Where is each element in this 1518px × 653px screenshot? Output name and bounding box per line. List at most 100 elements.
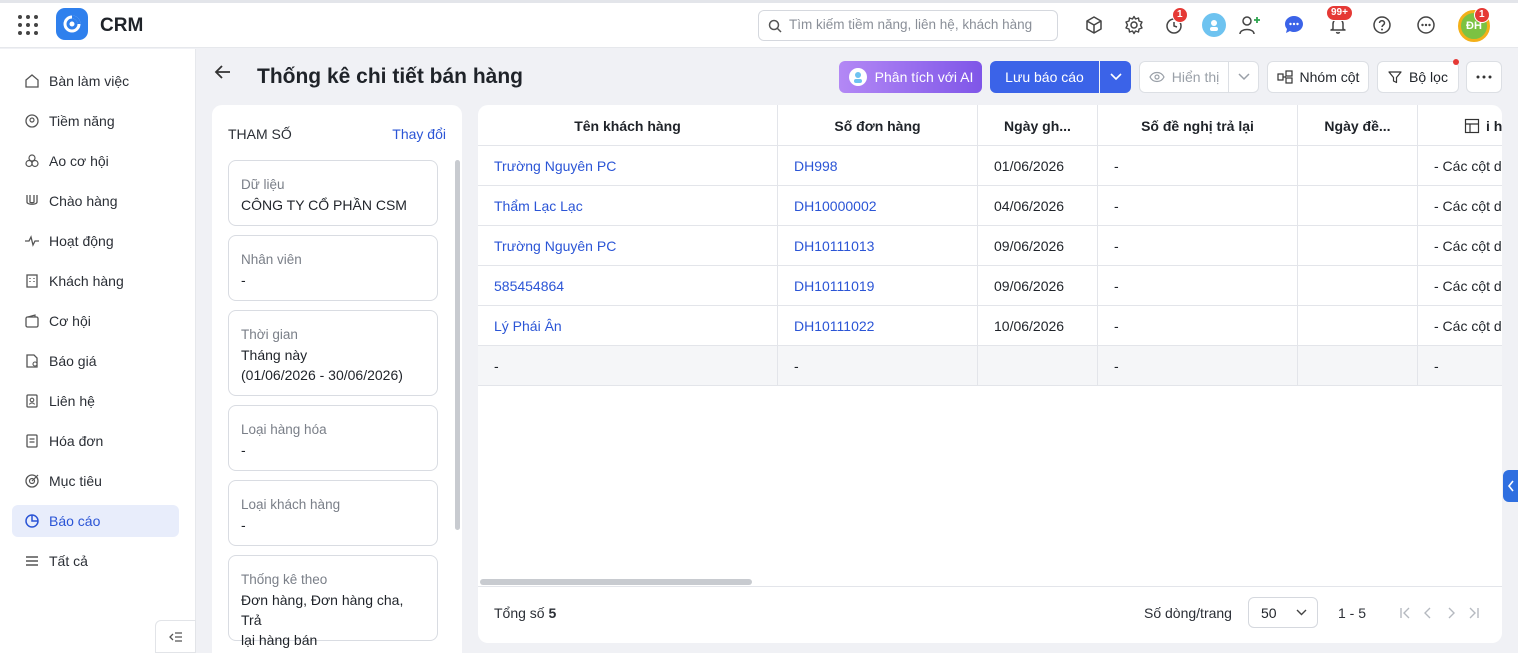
param-card-employee[interactable]: Nhân viên - xyxy=(228,235,438,301)
wallet-icon xyxy=(25,314,39,328)
horizontal-scrollbar-thumb[interactable] xyxy=(480,579,752,585)
rows-per-page-select[interactable]: 50 xyxy=(1248,597,1318,628)
column-header-truncated[interactable]: i hà xyxy=(1418,105,1502,146)
extra-cell: - Các cột d xyxy=(1434,318,1502,334)
sidebar-item-reports[interactable]: Báo cáo xyxy=(12,505,179,537)
sidebar-item-workspace[interactable]: Bàn làm việc xyxy=(12,65,179,97)
param-card-statistic-by[interactable]: Thống kê theo Đơn hàng, Đơn hàng cha, Tr… xyxy=(228,555,438,648)
sidebar-item-offers[interactable]: Chào hàng xyxy=(12,185,179,217)
chevron-down-icon xyxy=(1237,73,1250,81)
request-date-cell xyxy=(1298,186,1418,226)
param-label: Loại hàng hóa xyxy=(241,422,327,437)
ai-bot-icon xyxy=(848,68,867,86)
table-row[interactable]: Trường Nguyên PC DH998 01/06/2026 - - Cá… xyxy=(478,146,1502,186)
extra-cell: - Các cột d xyxy=(1434,198,1502,214)
param-card-product-type[interactable]: Loại hàng hóa - xyxy=(228,405,438,471)
date-cell: 09/06/2026 xyxy=(978,266,1098,306)
table-total-row: - - - - xyxy=(478,346,1502,386)
add-user-icon[interactable] xyxy=(1237,12,1263,38)
chat-icon[interactable] xyxy=(1281,12,1307,38)
sidebar-item-label: Tất cả xyxy=(49,553,88,569)
sidebar-item-all[interactable]: Tất cả xyxy=(12,545,179,577)
param-card-time[interactable]: Thời gian Tháng này (01/06/2026 - 30/06/… xyxy=(228,310,438,396)
collapse-icon xyxy=(168,631,182,642)
customer-name-link[interactable]: Lý Phái Ân xyxy=(478,306,778,346)
column-header[interactable]: Ngày đề... xyxy=(1298,105,1418,146)
customer-name-link[interactable]: Thẩm Lạc Lạc xyxy=(478,186,778,226)
sidebar-item-opportunities[interactable]: Cơ hội xyxy=(12,305,179,337)
table-row[interactable]: 585454864 DH10111019 09/06/2026 - - Các … xyxy=(478,266,1502,306)
param-card-customer-type[interactable]: Loại khách hàng - xyxy=(228,480,438,546)
sidebar-item-label: Tiềm năng xyxy=(49,113,115,129)
page-range: 1 - 5 xyxy=(1338,605,1367,621)
sidebar-item-quotes[interactable]: Báo giá xyxy=(12,345,179,377)
view-options-dropdown[interactable] xyxy=(1228,61,1259,93)
save-report-button[interactable]: Lưu báo cáo xyxy=(990,61,1099,93)
order-number-link[interactable]: DH10111013 xyxy=(778,226,978,266)
sidebar-item-invoices[interactable]: Hóa đơn xyxy=(12,425,179,457)
request-date-cell xyxy=(1298,146,1418,186)
previous-page-icon[interactable] xyxy=(1419,604,1437,622)
side-panel-toggle[interactable] xyxy=(1503,470,1518,502)
global-search[interactable] xyxy=(758,10,1058,41)
table-row[interactable]: Lý Phái Ân DH10111022 10/06/2026 - - Các… xyxy=(478,306,1502,346)
table-row[interactable]: Trường Nguyên PC DH10111013 09/06/2026 -… xyxy=(478,226,1502,266)
request-date-cell xyxy=(1298,306,1418,346)
save-options-dropdown[interactable] xyxy=(1100,61,1131,93)
customer-name-link[interactable]: Trường Nguyên PC xyxy=(478,146,778,186)
customer-name-link[interactable]: Trường Nguyên PC xyxy=(478,226,778,266)
order-number-link[interactable]: DH10111022 xyxy=(778,306,978,346)
first-page-icon[interactable] xyxy=(1396,604,1414,622)
crm-logo[interactable] xyxy=(56,8,88,40)
column-header[interactable]: Số đề nghị trả lại xyxy=(1098,105,1298,146)
quote-doc-icon xyxy=(26,354,38,368)
sidebar-item-activities[interactable]: Hoạt động xyxy=(12,225,179,257)
sidebar-item-label: Liên hệ xyxy=(49,393,95,409)
chevron-left-icon xyxy=(1507,480,1514,492)
next-page-icon[interactable] xyxy=(1442,604,1460,622)
order-number-link[interactable]: DH10000002 xyxy=(778,186,978,226)
bot-avatar-icon[interactable] xyxy=(1201,12,1227,38)
settings-gear-icon[interactable] xyxy=(1121,12,1147,38)
total-cell xyxy=(978,346,1098,386)
param-card-data[interactable]: Dữ liệu CÔNG TY CỔ PHẦN CSM xyxy=(228,160,438,226)
change-parameters-link[interactable]: Thay đổi xyxy=(392,126,446,142)
circles-icon xyxy=(25,154,39,168)
search-input[interactable] xyxy=(789,17,1049,32)
column-header[interactable]: Tên khách hàng xyxy=(478,105,778,146)
back-arrow-icon[interactable] xyxy=(213,62,233,85)
report-table-panel: Tên khách hàng Số đơn hàng Ngày gh... Số… xyxy=(478,105,1502,643)
sidebar-item-customers[interactable]: Khách hàng xyxy=(12,265,179,297)
analyze-with-ai-button[interactable]: Phân tích với AI xyxy=(839,61,982,93)
parameter-scrollbar[interactable] xyxy=(455,160,460,530)
sidebar-item-contacts[interactable]: Liên hệ xyxy=(12,385,179,417)
table-row[interactable]: Thẩm Lạc Lạc DH10000002 04/06/2026 - - C… xyxy=(478,186,1502,226)
more-options-button[interactable] xyxy=(1466,61,1502,93)
order-number-link[interactable]: DH10111019 xyxy=(778,266,978,306)
last-page-icon[interactable] xyxy=(1465,604,1483,622)
column-settings-icon[interactable] xyxy=(1464,118,1480,134)
box-cube-icon[interactable] xyxy=(1081,12,1107,38)
column-header[interactable]: Số đơn hàng xyxy=(778,105,978,146)
collapse-sidebar-button[interactable] xyxy=(155,620,196,653)
more-apps-icon[interactable] xyxy=(1413,12,1439,38)
help-icon[interactable] xyxy=(1369,12,1395,38)
view-button[interactable]: Hiển thị xyxy=(1139,61,1229,93)
filter-button[interactable]: Bộ lọc xyxy=(1377,61,1459,93)
sidebar-item-goals[interactable]: Mục tiêu xyxy=(12,465,179,497)
order-number-link[interactable]: DH998 xyxy=(778,146,978,186)
sidebar-item-opportunity-pool[interactable]: Ao cơ hội xyxy=(12,145,179,177)
total-cell: - xyxy=(1098,346,1298,386)
chevron-down-icon xyxy=(1109,73,1122,81)
ellipsis-icon xyxy=(1476,75,1492,79)
date-cell: 04/06/2026 xyxy=(978,186,1098,226)
column-header[interactable]: Ngày gh... xyxy=(978,105,1098,146)
target-user-icon xyxy=(25,114,39,128)
rows-per-page-label: Số dòng/trang xyxy=(1144,605,1232,621)
parameter-heading: THAM SỐ xyxy=(228,126,292,142)
sidebar-item-leads[interactable]: Tiềm năng xyxy=(12,105,179,137)
group-columns-button[interactable]: Nhóm cột xyxy=(1267,61,1369,93)
sidebar-item-label: Khách hàng xyxy=(49,273,124,289)
apps-grid-icon[interactable] xyxy=(18,15,38,35)
customer-name-link[interactable]: 585454864 xyxy=(478,266,778,306)
